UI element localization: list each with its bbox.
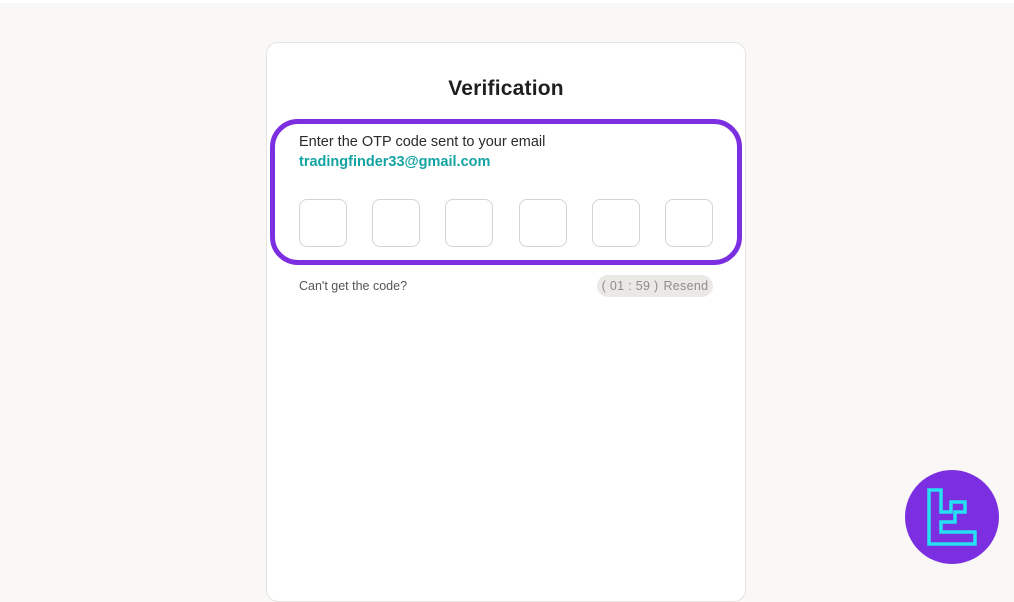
otp-digit-3[interactable] — [445, 199, 494, 247]
otp-digit-5[interactable] — [591, 199, 640, 247]
resend-label: Resend — [663, 279, 709, 293]
otp-digit-2[interactable] — [372, 199, 421, 247]
otp-input-row — [299, 199, 713, 247]
otp-digit-6[interactable] — [664, 199, 713, 247]
otp-instruction: Enter the OTP code sent to your email — [299, 134, 546, 150]
page-title: Verification — [448, 77, 564, 100]
top-bar — [0, 0, 1014, 3]
resend-timer: ( 01 : 59 ) — [601, 279, 659, 293]
brand-logo-glyph-icon — [927, 488, 977, 546]
cant-get-code-text: Can't get the code? — [299, 279, 408, 293]
resend-button[interactable]: ( 01 : 59 ) Resend — [597, 275, 713, 297]
tradingfinder-logo-icon — [905, 470, 999, 564]
otp-digit-1[interactable] — [299, 199, 347, 247]
otp-digit-4[interactable] — [518, 199, 567, 247]
verification-card: Verification Enter the OTP code sent to … — [266, 42, 746, 602]
otp-email: tradingfinder33@gmail.com — [299, 154, 491, 170]
